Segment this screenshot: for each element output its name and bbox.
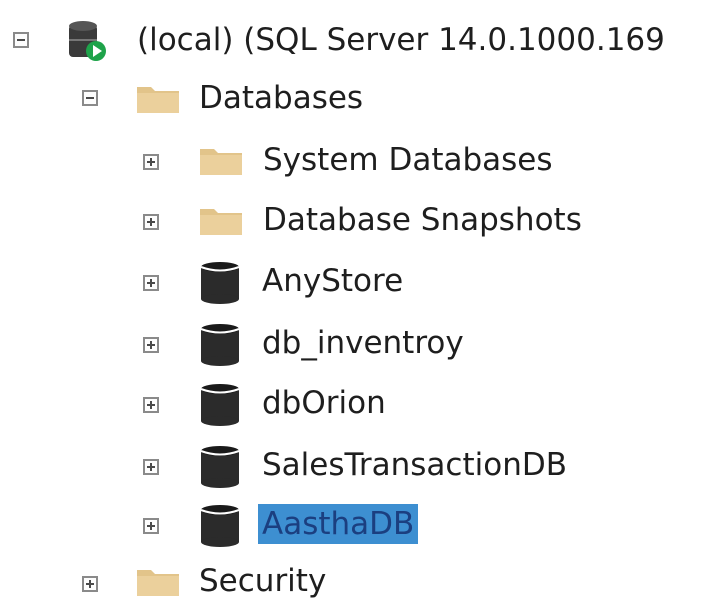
- databases-label: Databases: [199, 80, 364, 116]
- anystore-label: AnyStore: [262, 263, 404, 299]
- tree-node-server[interactable]: (local) (SQL Server 14.0.1000.169: [0, 15, 703, 65]
- tree-node-security[interactable]: Security: [0, 556, 703, 602]
- database-icon: [199, 382, 241, 434]
- expand-toggle[interactable]: [143, 459, 159, 475]
- expand-toggle[interactable]: [143, 154, 159, 170]
- folder-icon: [135, 83, 181, 123]
- expand-toggle[interactable]: [143, 275, 159, 291]
- tree-node-db-inventroy[interactable]: db_inventroy: [0, 318, 703, 368]
- database-icon: [199, 322, 241, 374]
- server-label: (local) (SQL Server 14.0.1000.169: [137, 22, 665, 58]
- tree-node-anystore[interactable]: AnyStore: [0, 256, 703, 306]
- tree-node-system-databases[interactable]: System Databases: [0, 135, 703, 185]
- expand-toggle[interactable]: [82, 576, 98, 592]
- tree-node-aasthadb[interactable]: AasthaDB: [0, 499, 703, 549]
- folder-icon: [135, 566, 181, 602]
- object-explorer-tree: (local) (SQL Server 14.0.1000.169 Databa…: [0, 0, 703, 602]
- database-icon: [199, 260, 241, 312]
- database-icon: [199, 503, 241, 555]
- collapse-toggle[interactable]: [82, 90, 98, 106]
- folder-icon: [198, 145, 244, 185]
- dborion-label: dbOrion: [262, 385, 386, 421]
- expand-toggle[interactable]: [143, 518, 159, 534]
- database-snapshots-label: Database Snapshots: [263, 202, 582, 238]
- db-inventroy-label: db_inventroy: [262, 325, 464, 361]
- server-running-icon: [65, 19, 109, 71]
- system-databases-label: System Databases: [263, 142, 553, 178]
- tree-node-dborion[interactable]: dbOrion: [0, 378, 703, 428]
- folder-icon: [198, 205, 244, 245]
- expand-toggle[interactable]: [143, 397, 159, 413]
- collapse-toggle[interactable]: [13, 32, 29, 48]
- salestransactiondb-label: SalesTransactionDB: [262, 447, 567, 483]
- expand-toggle[interactable]: [143, 214, 159, 230]
- tree-node-database-snapshots[interactable]: Database Snapshots: [0, 195, 703, 245]
- security-label: Security: [199, 563, 327, 599]
- expand-toggle[interactable]: [143, 337, 159, 353]
- aasthadb-label: AasthaDB: [258, 504, 419, 544]
- tree-node-salestransactiondb[interactable]: SalesTransactionDB: [0, 440, 703, 490]
- database-icon: [199, 444, 241, 496]
- tree-node-databases[interactable]: Databases: [0, 73, 703, 123]
